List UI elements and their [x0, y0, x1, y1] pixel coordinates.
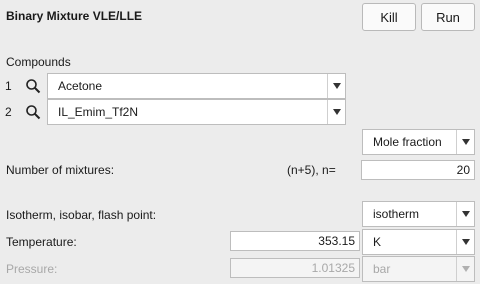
- mixtures-hint: (n+5), n=: [287, 163, 336, 177]
- chevron-down-icon[interactable]: [327, 100, 345, 124]
- condition-value: isotherm: [373, 207, 420, 221]
- condition-label: Isotherm, isobar, flash point:: [6, 208, 157, 222]
- chevron-down-icon: [456, 257, 474, 281]
- condition-select[interactable]: isotherm: [362, 201, 475, 227]
- compound-1-select[interactable]: Acetone: [47, 73, 346, 99]
- chevron-down-icon[interactable]: [327, 74, 345, 98]
- chevron-down-icon[interactable]: [456, 230, 474, 254]
- pressure-unit-select: bar: [362, 256, 475, 282]
- chevron-down-icon[interactable]: [456, 130, 474, 154]
- compound-2-value: IL_Emim_Tf2N: [58, 105, 139, 119]
- pressure-unit-value: bar: [373, 262, 391, 276]
- temperature-label: Temperature:: [6, 235, 77, 249]
- pressure-input: 1.01325: [230, 258, 360, 278]
- kill-button[interactable]: Kill: [362, 3, 416, 31]
- temperature-input[interactable]: 353.15: [230, 231, 360, 251]
- mixtures-count-input[interactable]: 20: [361, 160, 475, 180]
- chevron-down-icon[interactable]: [456, 202, 474, 226]
- composition-unit-value: Mole fraction: [373, 135, 442, 149]
- composition-unit-select[interactable]: Mole fraction: [362, 129, 475, 155]
- pressure-label: Pressure:: [6, 262, 58, 276]
- compounds-heading: Compounds: [6, 55, 71, 69]
- compound-1-index: 1: [5, 79, 12, 93]
- compound-2-select[interactable]: IL_Emim_Tf2N: [47, 99, 346, 125]
- temperature-unit-value: K: [373, 235, 382, 249]
- search-icon[interactable]: [24, 77, 42, 95]
- window-title: Binary Mixture VLE/LLE: [6, 9, 143, 23]
- run-button[interactable]: Run: [421, 3, 475, 31]
- search-icon[interactable]: [24, 103, 42, 121]
- compound-1-value: Acetone: [58, 79, 103, 93]
- temperature-unit-select[interactable]: K: [362, 229, 475, 255]
- compound-2-index: 2: [5, 105, 12, 119]
- mixtures-label: Number of mixtures:: [6, 163, 115, 177]
